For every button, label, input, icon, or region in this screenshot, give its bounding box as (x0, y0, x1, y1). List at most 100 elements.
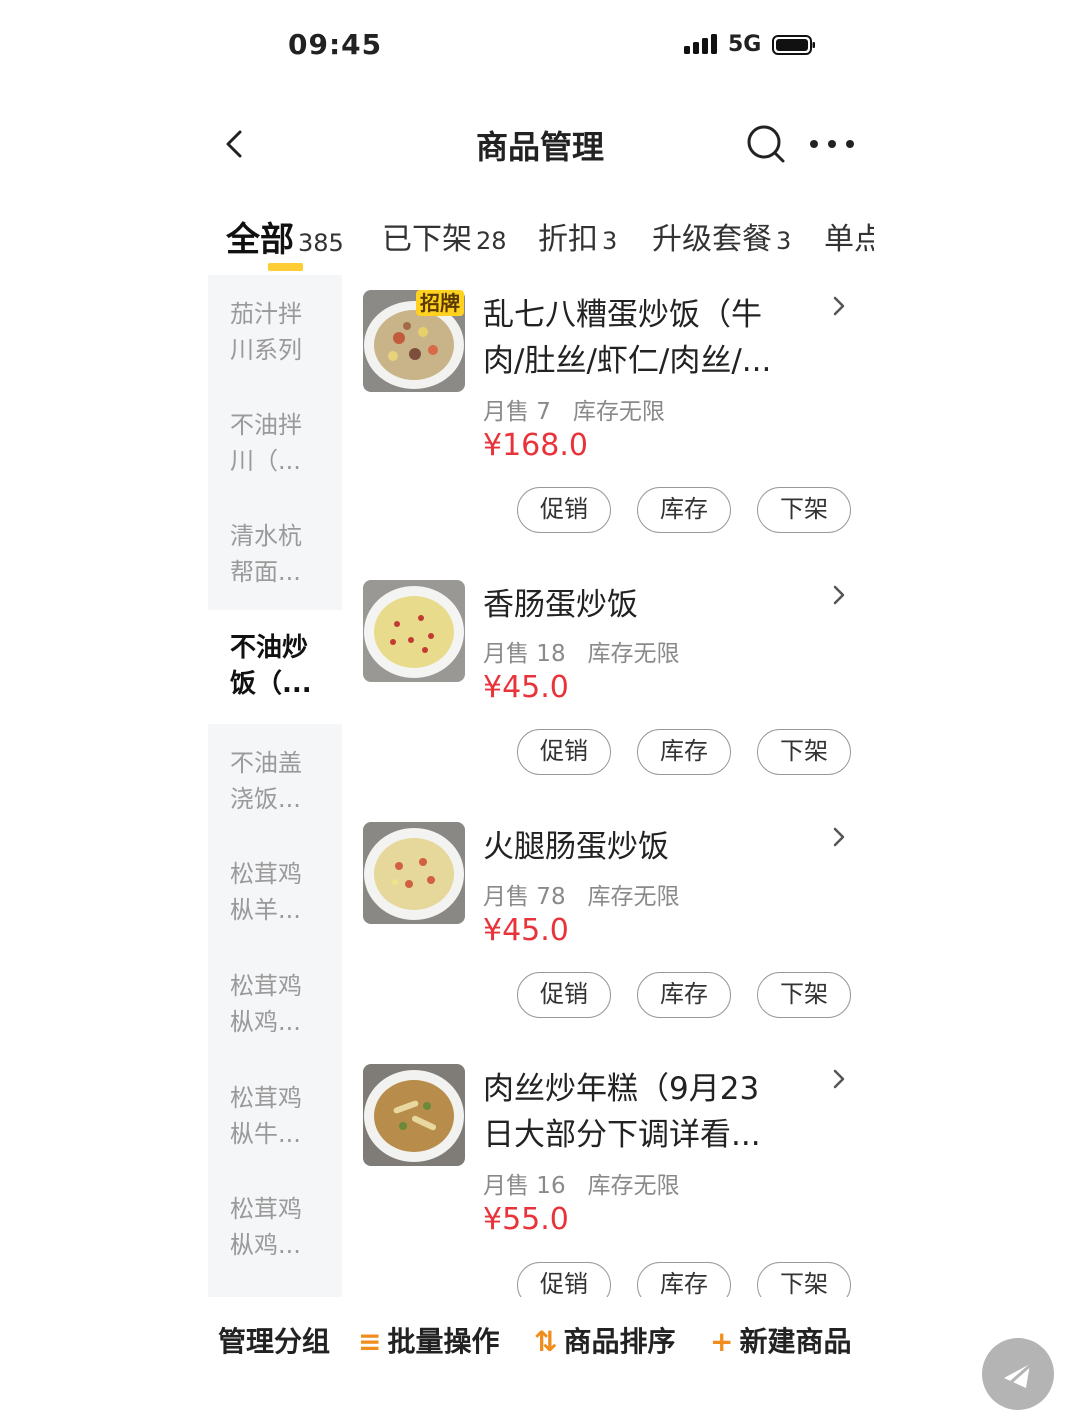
stock-status: 库存无限 (587, 884, 680, 910)
product-price: ¥55.0 (483, 1202, 569, 1237)
more-icon[interactable] (808, 134, 856, 154)
promo-button[interactable]: 促销 (517, 729, 611, 775)
chevron-right-icon[interactable] (832, 826, 846, 848)
sidebar-item-label: 清水杭 (230, 522, 302, 550)
product-meta: 月售 16 库存无限 (483, 1166, 680, 1200)
batch-operation-label: 批量操作 (387, 1325, 500, 1358)
rice-cake-photo-icon (363, 1064, 465, 1166)
sidebar-item-label: 不油炒 (230, 633, 309, 663)
tab-label: 折扣 (538, 222, 598, 257)
new-product-button[interactable]: + 新建商品 (710, 1320, 851, 1360)
product-name-line: 火腿肠蛋炒饭 (483, 829, 669, 865)
tab-label: 升级套餐 (652, 222, 772, 257)
tab-label: 单点 (824, 222, 874, 257)
tab-single[interactable]: 单点 (824, 214, 874, 258)
sort-products-label: 商品排序 (563, 1325, 676, 1358)
sidebar-item-label: 枞牛... (230, 1120, 301, 1148)
sidebar-item[interactable]: 不油盖 浇饭... (208, 745, 342, 817)
tab-all[interactable]: 全部 385 (226, 212, 344, 261)
sidebar-item-label: 枞羊... (230, 896, 301, 924)
tab-count: 3 (602, 227, 618, 255)
product-image[interactable] (363, 1064, 465, 1166)
tab-count: 385 (298, 229, 344, 257)
sidebar-item-label: 松茸鸡 (230, 1195, 302, 1223)
search-icon[interactable] (746, 124, 786, 164)
sidebar-item[interactable]: 松茸鸡 枞羊... (208, 856, 342, 928)
sort-products-button[interactable]: ⇅ 商品排序 (534, 1320, 675, 1360)
stock-button[interactable]: 库存 (637, 729, 731, 775)
tab-count: 3 (776, 227, 792, 255)
monthly-sales: 月售 18 (483, 641, 566, 667)
product-name[interactable]: 乱七八糟蛋炒饭（牛 肉/肚丝/虾仁/肉丝/... (483, 292, 803, 384)
product-name-line: 肉丝炒年糕（9月23 (483, 1071, 760, 1107)
product-price: ¥168.0 (483, 428, 588, 463)
product-name-line: 日大部分下调详看... (483, 1117, 761, 1153)
tab-label: 全部 (226, 220, 294, 260)
chevron-right-icon[interactable] (832, 584, 846, 606)
sidebar-item[interactable]: 清水杭 帮面... (208, 518, 342, 590)
delist-button[interactable]: 下架 (757, 729, 851, 775)
sidebar-item[interactable]: 不油拌 川（... (208, 407, 342, 479)
sort-icon: ⇅ (534, 1325, 558, 1358)
fried-rice-photo-icon (363, 822, 465, 924)
sidebar-item-label: 不油盖 (230, 749, 302, 777)
manage-group-label: 管理分组 (218, 1325, 331, 1358)
stock-button[interactable]: 库存 (637, 487, 731, 533)
network-label: 5G (728, 32, 762, 57)
sidebar-item-selected[interactable]: 不油炒 饭（... (208, 610, 342, 724)
float-share-icon (1001, 1360, 1035, 1392)
fried-rice-photo-icon (363, 580, 465, 682)
promo-button[interactable]: 促销 (517, 972, 611, 1018)
chevron-right-icon[interactable] (832, 1068, 846, 1090)
tab-discount[interactable]: 折扣 3 (538, 214, 617, 258)
monthly-sales: 月售 78 (483, 884, 566, 910)
chevron-right-icon[interactable] (832, 295, 846, 317)
product-name-line: 香肠蛋炒饭 (483, 587, 638, 623)
delist-button[interactable]: 下架 (757, 487, 851, 533)
sidebar-item-label: 帮面... (230, 558, 301, 586)
sidebar-item-label: 茄汁拌 (230, 300, 302, 328)
product-meta: 月售 78 库存无限 (483, 877, 680, 911)
sidebar-item-label: 松茸鸡 (230, 1084, 302, 1112)
active-tab-indicator (268, 263, 303, 271)
sidebar-item-label: 不油拌 (230, 411, 302, 439)
delist-button[interactable]: 下架 (757, 972, 851, 1018)
sidebar-item-label: 川系列 (230, 336, 302, 364)
page-title: 商品管理 (475, 128, 604, 166)
product-name-line: 乱七八糟蛋炒饭（牛 (483, 297, 762, 333)
stock-status: 库存无限 (572, 399, 665, 425)
product-name[interactable]: 火腿肠蛋炒饭 (483, 824, 803, 870)
tab-upgrade-combo[interactable]: 升级套餐 3 (652, 214, 791, 258)
tab-delisted[interactable]: 已下架 28 (382, 214, 507, 258)
new-product-label: 新建商品 (739, 1325, 852, 1358)
sidebar-item-label: 浇饭... (230, 785, 301, 813)
tab-label: 已下架 (382, 222, 472, 257)
batch-operation-button[interactable]: ≡ 批量操作 (358, 1320, 499, 1360)
sidebar-item[interactable]: 松茸鸡 枞牛... (208, 1080, 342, 1152)
battery-icon (772, 35, 815, 55)
sidebar-item[interactable]: 松茸鸡 枞鸡... (208, 1191, 342, 1263)
manage-group-button[interactable]: 管理分组 (218, 1320, 330, 1360)
promo-button[interactable]: 促销 (517, 487, 611, 533)
sidebar-item-label: 饭（... (230, 669, 312, 699)
product-price: ¥45.0 (483, 913, 569, 948)
product-name[interactable]: 肉丝炒年糕（9月23 日大部分下调详看... (483, 1066, 803, 1158)
product-name[interactable]: 香肠蛋炒饭 (483, 582, 803, 628)
product-image[interactable] (363, 580, 465, 682)
float-share-button[interactable] (982, 1338, 1054, 1410)
status-time: 09:45 (288, 28, 383, 61)
sidebar-item-label: 松茸鸡 (230, 972, 302, 1000)
sidebar-item[interactable]: 松茸鸡 枞鸡... (208, 968, 342, 1040)
product-name-line: 肉/肚丝/虾仁/肉丝/... (483, 343, 772, 379)
signal-icon (684, 34, 717, 54)
sidebar-item-label: 枞鸡... (230, 1231, 301, 1259)
stock-status: 库存无限 (587, 641, 680, 667)
product-meta: 月售 18 库存无限 (483, 634, 680, 668)
stock-button[interactable]: 库存 (637, 972, 731, 1018)
monthly-sales: 月售 16 (483, 1173, 566, 1199)
sidebar-item-label: 川（... (230, 447, 301, 475)
sidebar-item[interactable]: 茄汁拌 川系列 (208, 296, 342, 368)
product-image[interactable] (363, 822, 465, 924)
sidebar-item-label: 松茸鸡 (230, 860, 302, 888)
product-meta: 月售 7 库存无限 (483, 392, 665, 426)
